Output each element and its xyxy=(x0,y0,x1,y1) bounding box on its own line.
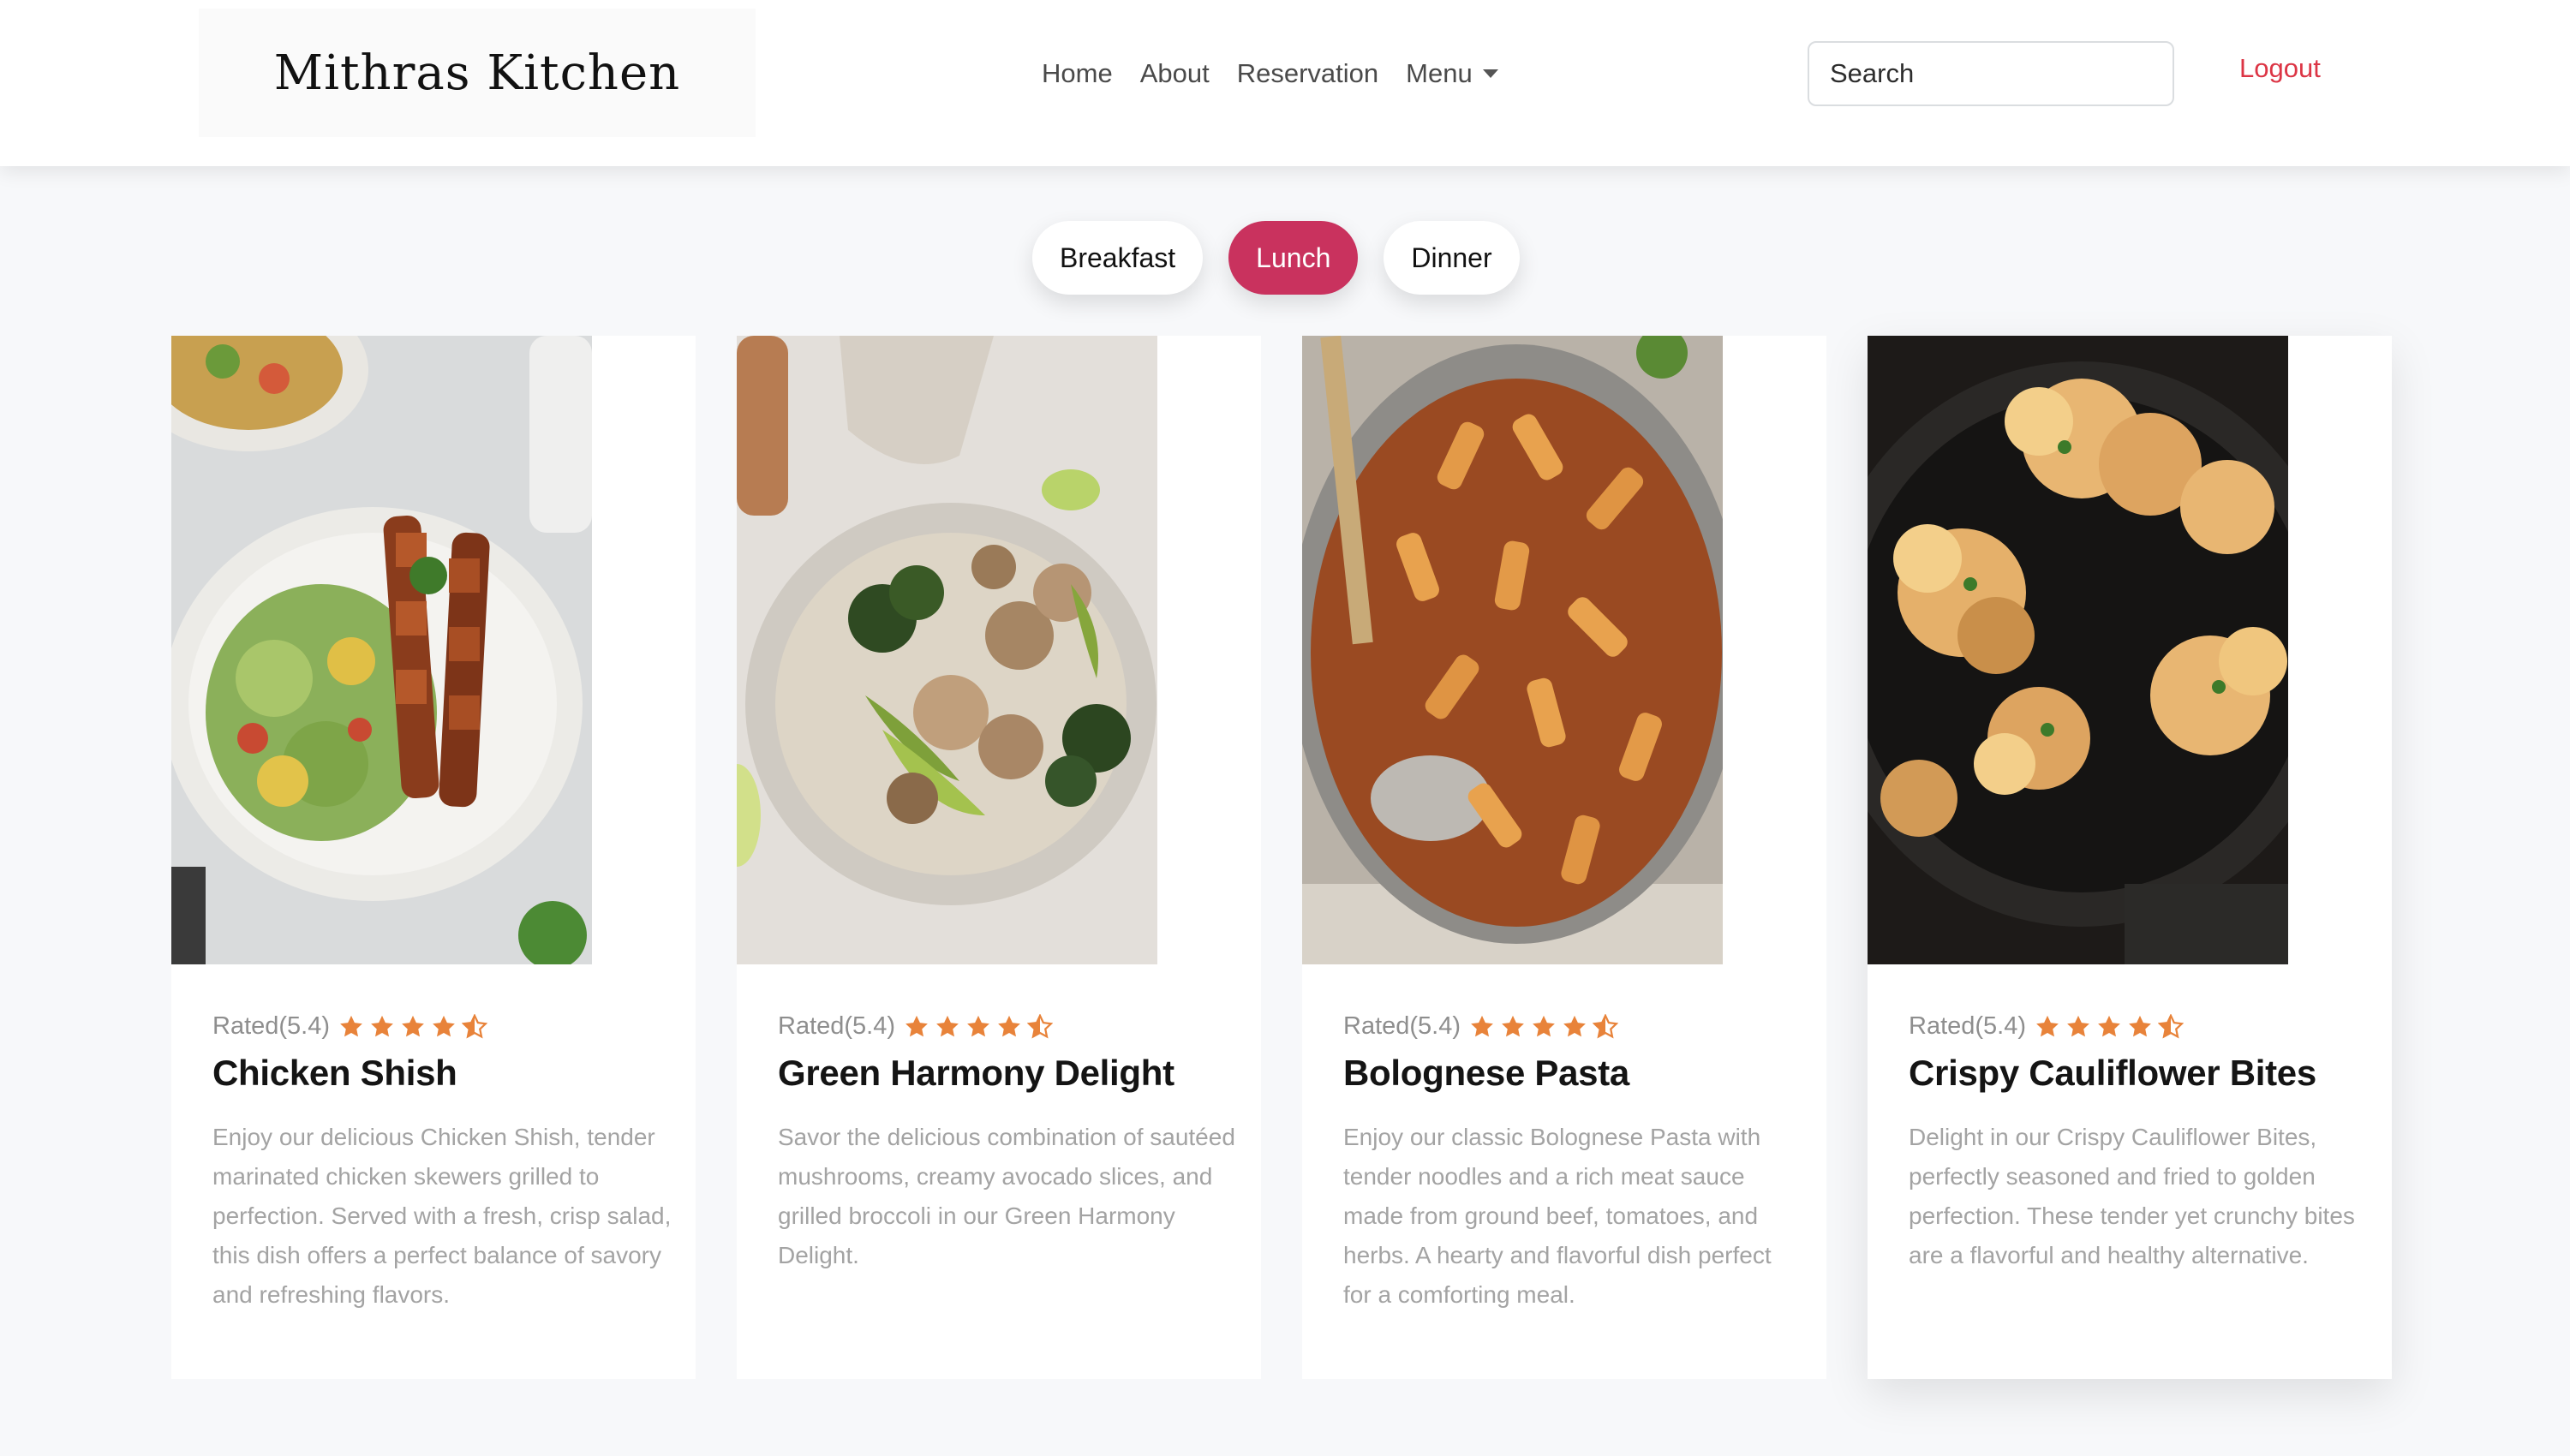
rating: Rated(5.4) xyxy=(778,1012,1240,1041)
star-icon xyxy=(340,1015,362,1036)
star-icon xyxy=(1502,1015,1524,1036)
navbar: Mithras Kitchen Home About Reservation M… xyxy=(0,0,2570,166)
star-icon xyxy=(2067,1015,2089,1036)
card-description: Savor the delicious combination of sauté… xyxy=(778,1124,1235,1268)
rating: Rated(5.4) xyxy=(212,1012,675,1041)
menu-card[interactable]: Rated(5.4) Green Harmony Delight Savor t… xyxy=(737,336,1261,1379)
chevron-down-icon xyxy=(1482,69,1498,78)
star-icon xyxy=(905,1015,928,1036)
rating-text: Rated(5.4) xyxy=(212,1012,331,1040)
star-icon xyxy=(1533,1015,1555,1036)
nav-home-link[interactable]: Home xyxy=(1042,58,1113,89)
star-half-icon xyxy=(462,1013,488,1039)
star-icon xyxy=(2036,1015,2059,1036)
menu-cards: Rated(5.4) Chicken Shish Enjoy our delic… xyxy=(171,336,2394,1379)
card-body: Rated(5.4) Chicken Shish Enjoy our delic… xyxy=(212,1012,675,1315)
star-icon xyxy=(2098,1015,2120,1036)
star-rating xyxy=(2035,1013,2184,1040)
chicken-shish-image xyxy=(171,336,592,964)
brand-logo[interactable]: Mithras Kitchen xyxy=(199,9,756,137)
search-input[interactable] xyxy=(1808,41,2174,106)
crispy-cauliflower-image xyxy=(1868,336,2288,964)
rating: Rated(5.4) xyxy=(1909,1012,2371,1041)
nav-reservation-link[interactable]: Reservation xyxy=(1237,58,1378,89)
star-icon xyxy=(402,1015,424,1036)
card-body: Rated(5.4) Crispy Cauliflower Bites Deli… xyxy=(1909,1012,2371,1275)
star-rating xyxy=(904,1013,1054,1040)
card-description: Enjoy our classic Bolognese Pasta with t… xyxy=(1343,1124,1772,1308)
star-icon xyxy=(371,1015,393,1036)
menu-card[interactable]: Rated(5.4) Chicken Shish Enjoy our delic… xyxy=(171,336,696,1379)
rating-text: Rated(5.4) xyxy=(1343,1012,1461,1040)
star-half-icon xyxy=(2158,1013,2184,1039)
meal-tabs: Breakfast Lunch Dinner xyxy=(1032,221,1520,295)
card-title: Crispy Cauliflower Bites xyxy=(1909,1053,2316,1093)
tab-dinner[interactable]: Dinner xyxy=(1384,221,1520,295)
bolognese-pasta-image xyxy=(1302,336,1723,964)
green-harmony-image xyxy=(737,336,1157,964)
rating-text: Rated(5.4) xyxy=(1909,1012,2027,1040)
star-icon xyxy=(936,1015,959,1036)
rating: Rated(5.4) xyxy=(1343,1012,1806,1041)
star-rating xyxy=(1469,1013,1619,1040)
star-half-icon xyxy=(1027,1013,1054,1039)
star-icon xyxy=(2129,1015,2151,1036)
logout-link[interactable]: Logout xyxy=(2239,53,2321,84)
nav-menu-dropdown[interactable]: Menu xyxy=(1406,58,1498,89)
star-icon xyxy=(967,1015,989,1036)
nav-menu-label: Menu xyxy=(1406,58,1473,88)
card-title: Chicken Shish xyxy=(212,1053,457,1093)
main-nav: Home About Reservation Menu xyxy=(1042,51,1498,96)
star-icon xyxy=(1563,1015,1586,1036)
star-icon xyxy=(1471,1015,1493,1036)
card-description: Delight in our Crispy Cauliflower Bites,… xyxy=(1909,1124,2355,1268)
card-title: Green Harmony Delight xyxy=(778,1053,1174,1093)
star-icon xyxy=(433,1015,455,1036)
nav-about-link[interactable]: About xyxy=(1140,58,1210,89)
star-rating xyxy=(338,1013,488,1040)
rating-text: Rated(5.4) xyxy=(778,1012,896,1040)
card-title: Bolognese Pasta xyxy=(1343,1053,1629,1093)
menu-card[interactable]: Rated(5.4) Bolognese Pasta Enjoy our cla… xyxy=(1302,336,1826,1379)
star-icon xyxy=(998,1015,1020,1036)
card-body: Rated(5.4) Green Harmony Delight Savor t… xyxy=(778,1012,1240,1275)
star-half-icon xyxy=(1593,1013,1619,1039)
tab-lunch[interactable]: Lunch xyxy=(1228,221,1359,295)
brand-name: Mithras Kitchen xyxy=(273,45,681,101)
menu-card[interactable]: Rated(5.4) Crispy Cauliflower Bites Deli… xyxy=(1868,336,2392,1379)
card-body: Rated(5.4) Bolognese Pasta Enjoy our cla… xyxy=(1343,1012,1806,1315)
tab-breakfast[interactable]: Breakfast xyxy=(1032,221,1204,295)
card-description: Enjoy our delicious Chicken Shish, tende… xyxy=(212,1124,672,1308)
